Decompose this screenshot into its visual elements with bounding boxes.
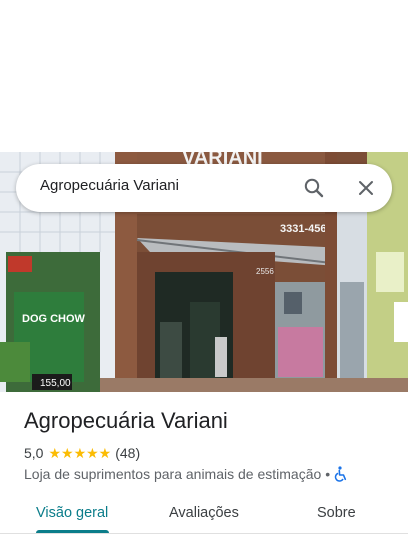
wheelchair-icon xyxy=(334,466,348,482)
place-category: Loja de suprimentos para animais de esti… xyxy=(24,466,322,482)
price-tag: 155,00 xyxy=(40,378,71,389)
place-title: Agropecuária Variani xyxy=(24,408,228,433)
search-input[interactable]: Agropecuária Variani xyxy=(40,177,179,194)
separator-dot: • xyxy=(325,466,331,482)
category-row: Loja de suprimentos para animais de esti… xyxy=(24,466,348,482)
tab-reviews[interactable]: Avaliações xyxy=(169,505,239,521)
blank-area xyxy=(0,0,408,152)
tabs-divider xyxy=(0,533,408,534)
street-number: 2556 xyxy=(256,267,274,276)
review-count[interactable]: (48) xyxy=(115,445,140,461)
tab-overview[interactable]: Visão geral xyxy=(36,505,108,521)
rating-value: 5,0 xyxy=(24,445,44,461)
rating-row[interactable]: 5,0 ★★★★★ (48) xyxy=(24,444,140,462)
tab-about[interactable]: Sobre xyxy=(317,505,356,521)
search-icon[interactable] xyxy=(302,176,326,200)
close-icon[interactable] xyxy=(354,176,378,200)
star-rating-icon: ★★★★★ xyxy=(48,444,112,461)
search-bar[interactable]: Agropecuária Variani xyxy=(16,164,392,212)
poster-text: DOG CHOW xyxy=(22,313,86,325)
